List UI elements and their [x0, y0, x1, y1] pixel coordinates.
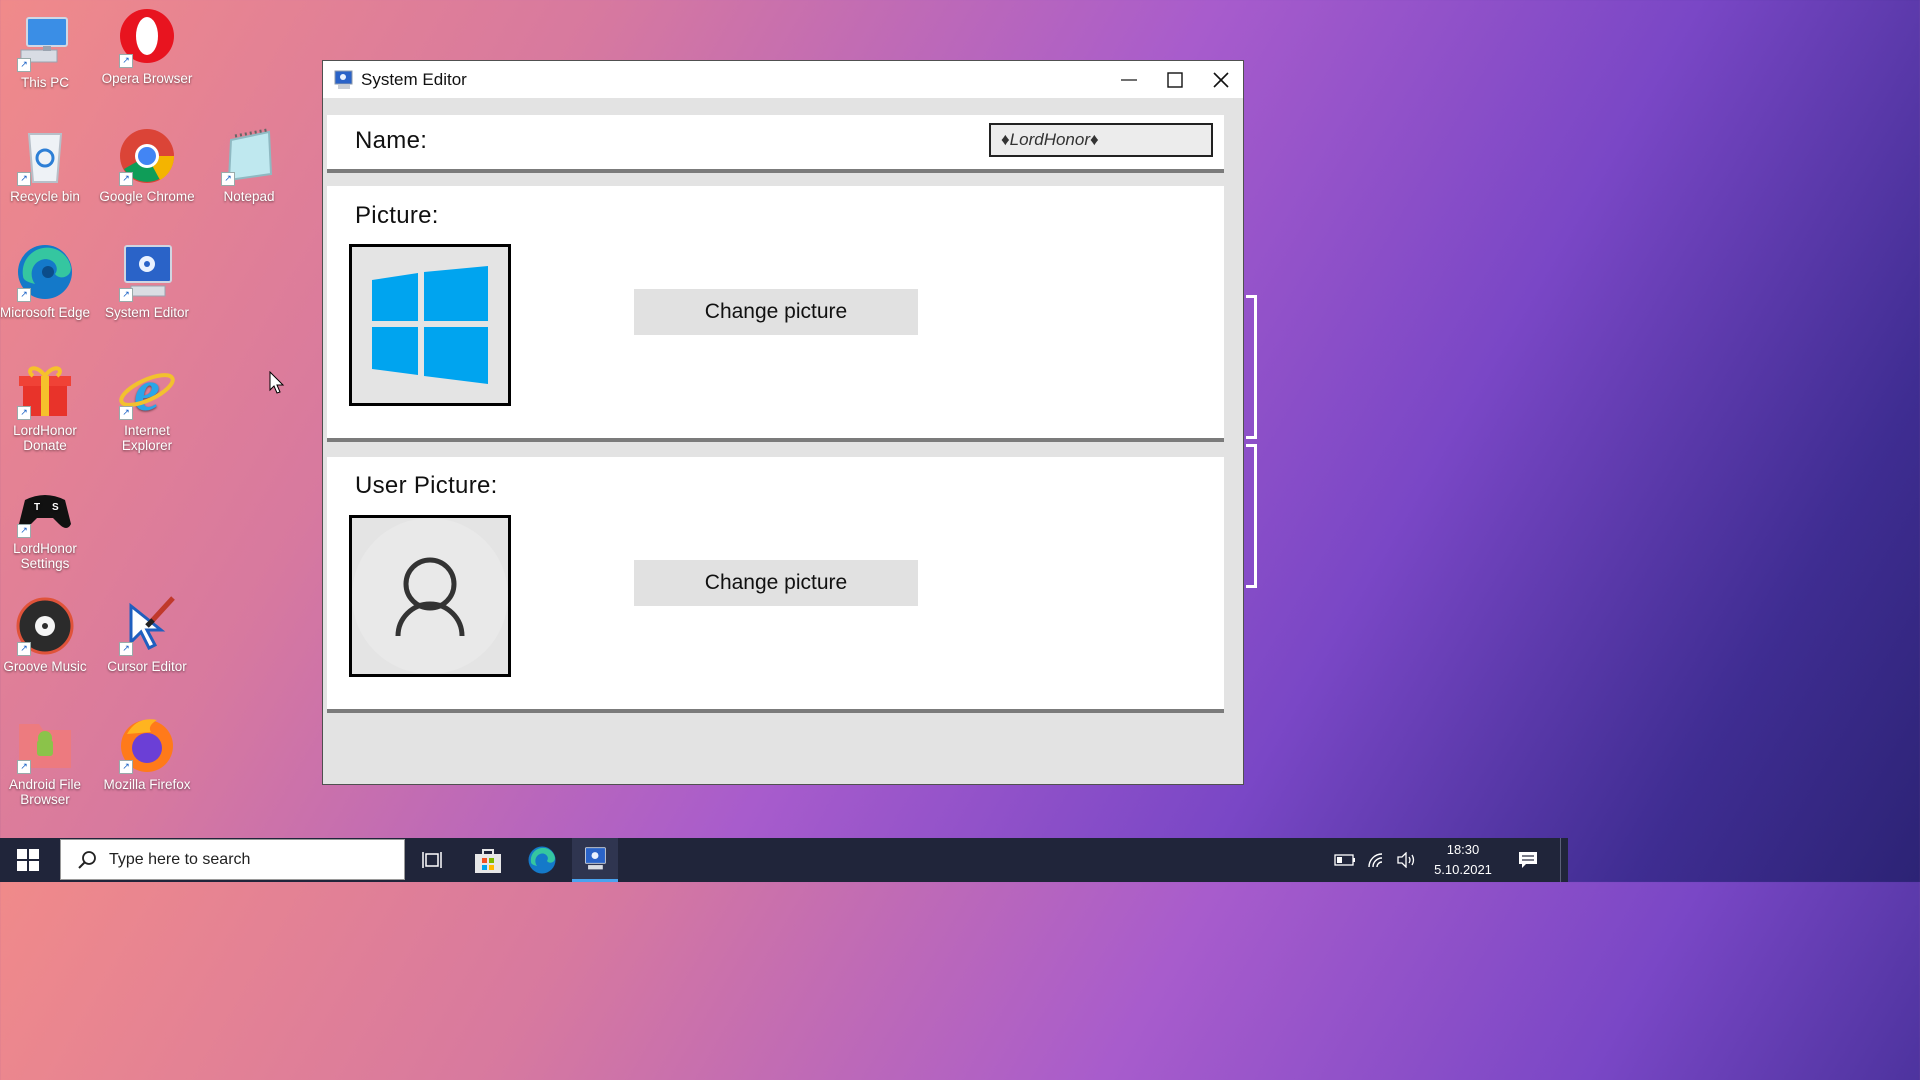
cursor-editor-icon: ↗: [117, 596, 177, 656]
desktop-icon-label: LordHonor Settings: [13, 541, 77, 571]
desktop-icon-label: Recycle bin: [10, 189, 80, 204]
title-bar[interactable]: System Editor: [323, 61, 1243, 98]
desktop-icon-groove-music[interactable]: ↗ Groove Music: [0, 596, 93, 674]
picture-section: Picture: Change picture: [327, 186, 1224, 442]
minimize-icon: [1121, 78, 1137, 81]
desktop-icon-label: Internet Explorer: [121, 423, 173, 453]
recycle-bin-icon: ↗: [15, 126, 75, 186]
gift-icon: ↗: [15, 360, 75, 420]
chrome-icon: ↗: [117, 126, 177, 186]
close-icon: [1213, 71, 1229, 88]
desktop-icon-chrome[interactable]: ↗ Google Chrome: [99, 126, 195, 204]
notification-icon: [1519, 852, 1537, 868]
desktop-icon-label: Notepad: [223, 189, 275, 204]
taskbar-store-button[interactable]: [462, 838, 514, 882]
clock-time: 18:30: [1446, 842, 1480, 857]
clock-date: 5.10.2021: [1434, 862, 1492, 877]
opera-icon: ↗: [117, 8, 177, 68]
search-placeholder: Type here to search: [109, 850, 251, 868]
taskbar-search-box[interactable]: Type here to search: [60, 839, 405, 880]
change-user-picture-button[interactable]: Change picture: [634, 560, 918, 606]
task-view-icon: [422, 852, 442, 868]
desktop-icon-opera[interactable]: ↗ Opera Browser: [99, 8, 195, 86]
windows-start-icon: [17, 849, 39, 871]
desktop-icon-internet-explorer[interactable]: e ↗ Internet Explorer: [99, 358, 195, 453]
desktop-icon-label: Android File Browser: [8, 777, 82, 807]
desktop-icon-label: Microsoft Edge: [0, 305, 91, 320]
android-folder-icon: ↗: [15, 714, 75, 774]
desktop-icon-android-file-browser[interactable]: ↗ Android File Browser: [0, 714, 93, 807]
network-button[interactable]: [1362, 838, 1390, 882]
firefox-icon: ↗: [117, 714, 177, 774]
battery-button[interactable]: [1332, 838, 1358, 882]
desktop-icon-label: Mozilla Firefox: [103, 777, 191, 792]
system-editor-app-icon: [334, 70, 353, 89]
taskbar: Type here to search 18:30 5.10.2021: [0, 838, 1568, 882]
background-window-outline: [1246, 444, 1257, 588]
desktop-icon-system-editor[interactable]: ↗ System Editor: [99, 242, 195, 320]
desktop-icon-lordhonor-donate[interactable]: ↗ LordHonor Donate: [0, 360, 93, 453]
desktop-icon-firefox[interactable]: ↗ Mozilla Firefox: [99, 714, 195, 792]
desktop-icon-label: LordHonor Donate: [13, 423, 77, 453]
store-icon: [475, 849, 501, 873]
svg-text:e: e: [134, 360, 160, 420]
volume-icon: [1397, 852, 1415, 868]
background-window-outline: [1246, 295, 1257, 439]
system-editor-icon: ↗: [117, 242, 177, 302]
search-icon: [78, 850, 96, 869]
svg-text:T: T: [34, 502, 40, 513]
taskbar-edge-button[interactable]: [516, 838, 568, 882]
desktop-icon-lordhonor-settings[interactable]: TS ↗ LordHonor Settings: [0, 478, 93, 571]
edge-icon: ↗: [15, 242, 75, 302]
wifi-icon: [1368, 853, 1383, 868]
name-label: Name:: [355, 127, 428, 154]
desktop-icon-label: Opera Browser: [101, 71, 193, 86]
user-picture-preview: [349, 515, 511, 677]
user-avatar-icon: [352, 518, 508, 674]
ie-icon: e ↗: [117, 358, 177, 423]
desktop-icon-notepad[interactable]: ↗ Notepad: [201, 126, 297, 204]
desktop-icon-label: System Editor: [104, 305, 190, 320]
desktop-icon-this-pc[interactable]: ↗ This PC: [0, 12, 93, 90]
user-picture-label: User Picture:: [355, 472, 498, 499]
minimize-button[interactable]: [1106, 61, 1152, 98]
user-picture-section: User Picture: Change picture: [327, 457, 1224, 713]
name-input[interactable]: ♦LordHonor♦: [989, 123, 1213, 157]
mouse-pointer-icon: [269, 371, 285, 394]
action-center-button[interactable]: [1508, 838, 1548, 882]
task-view-button[interactable]: [408, 838, 458, 882]
desktop-icon-label: This PC: [20, 75, 69, 90]
window-title: System Editor: [361, 69, 467, 89]
maximize-button[interactable]: [1152, 61, 1198, 98]
name-section: Name: ♦LordHonor♦: [327, 115, 1224, 173]
picture-preview: [349, 244, 511, 406]
desktop-icon-cursor-editor[interactable]: ↗ Cursor Editor: [99, 596, 195, 674]
picture-label: Picture:: [355, 202, 439, 229]
start-button[interactable]: [0, 838, 56, 882]
desktop-icon-label: Google Chrome: [99, 189, 195, 204]
computer-icon: ↗: [15, 12, 75, 72]
windows-logo-icon: [372, 266, 488, 384]
taskbar-system-editor-button[interactable]: [572, 838, 618, 882]
system-editor-icon: [585, 846, 606, 869]
system-editor-window: System Editor Name: ♦LordHonor♦ Picture:…: [322, 60, 1244, 785]
close-button[interactable]: [1198, 61, 1244, 98]
gamepad-icon: TS ↗: [15, 478, 75, 538]
groove-icon: ↗: [15, 596, 75, 656]
notepad-icon: ↗: [219, 126, 279, 186]
desktop-icon-edge[interactable]: ↗ Microsoft Edge: [0, 242, 93, 320]
battery-icon: [1334, 854, 1355, 866]
desktop-icon-recycle-bin[interactable]: ↗ Recycle bin: [0, 126, 93, 204]
maximize-icon: [1167, 71, 1183, 88]
desktop-icon-label: Cursor Editor: [107, 659, 187, 674]
volume-button[interactable]: [1392, 838, 1420, 882]
show-desktop-button[interactable]: [1560, 838, 1568, 882]
desktop-icon-label: Groove Music: [3, 659, 87, 674]
edge-icon: [528, 846, 556, 874]
svg-text:S: S: [52, 502, 59, 513]
change-picture-button[interactable]: Change picture: [634, 289, 918, 335]
taskbar-clock[interactable]: 18:30 5.10.2021: [1424, 838, 1502, 882]
